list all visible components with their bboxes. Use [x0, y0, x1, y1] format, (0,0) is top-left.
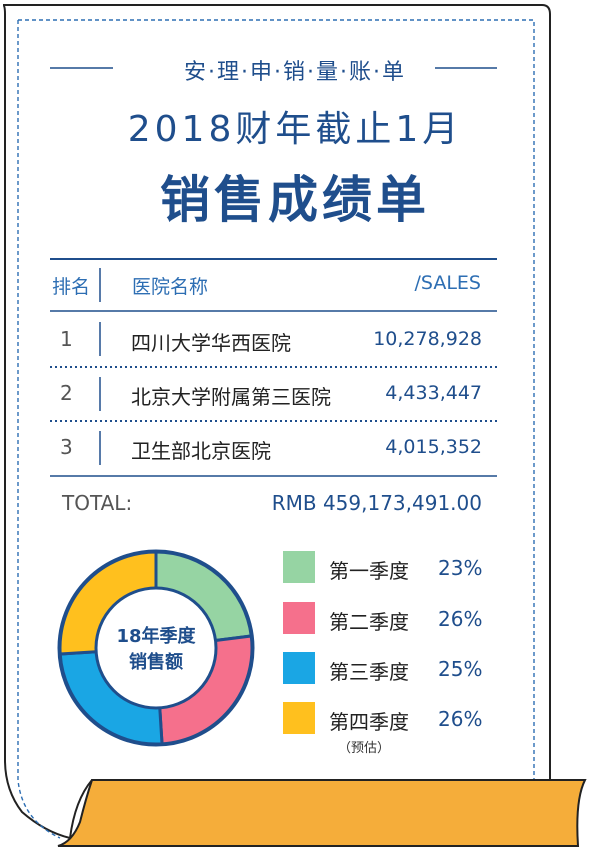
page-title: 销售成绩单 [160, 171, 430, 229]
row-rank: 3 [60, 435, 73, 459]
col-header-sales: /SALES [414, 272, 481, 294]
donut-title-line2: 销售额 [129, 652, 183, 673]
legend-swatch [283, 652, 315, 684]
row-rank: 1 [60, 327, 73, 351]
header-subtitle: 2018财年截止1月 [127, 109, 463, 150]
legend-swatch [283, 702, 315, 734]
legend-label: 第四季度 [329, 710, 409, 734]
legend-label: 第三季度 [329, 660, 409, 684]
legend-value: 23% [438, 556, 483, 580]
col-header-rank: 排名 [52, 276, 91, 298]
legend-label: 第一季度 [329, 559, 409, 583]
header-small-title: 安·理·申·销·量·账·单 [184, 60, 406, 85]
legend-label: 第二季度 [329, 610, 409, 634]
row-hospital: 卫生部北京医院 [131, 439, 271, 463]
legend-value: 25% [438, 657, 483, 681]
legend-swatch [283, 551, 315, 583]
legend-swatch [283, 602, 315, 634]
row-sales: 10,278,928 [373, 328, 482, 350]
row-hospital: 四川大学华西医院 [131, 331, 291, 355]
row-rank: 2 [60, 381, 73, 405]
total-label: TOTAL: [62, 491, 133, 515]
col-header-hospital: 医院名称 [132, 276, 209, 298]
donut-title-line1: 18年季度 [116, 626, 196, 647]
paper-curl [57, 779, 587, 847]
total-value: RMB 459,173,491.00 [271, 491, 482, 515]
legend-value: 26% [438, 707, 483, 731]
forecast-note: （预估） [338, 741, 391, 756]
legend-value: 26% [438, 607, 483, 631]
row-sales: 4,433,447 [385, 382, 482, 404]
row-sales: 4,015,352 [385, 436, 482, 458]
